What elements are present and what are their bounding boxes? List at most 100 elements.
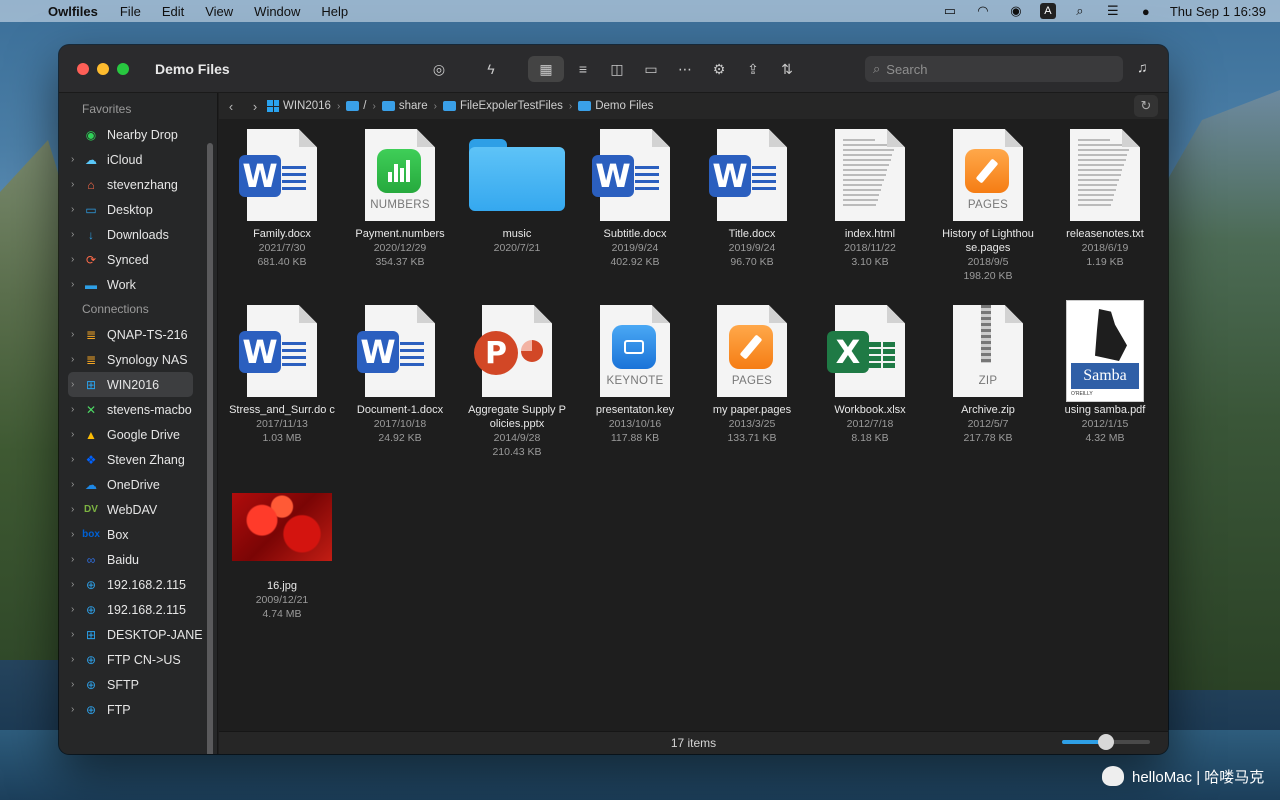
sidebar-scrollbar[interactable] [207,143,213,754]
menu-file[interactable]: File [120,4,141,19]
sidebar-item-onedrive[interactable]: › ☁ OneDrive [59,472,217,497]
file-item[interactable]: W Stress_and_Surr.do c 2017/11/13 1.03 MB [223,301,341,445]
chevron-right-icon[interactable]: › [71,529,81,540]
chevron-right-icon[interactable]: › [71,204,81,215]
siri-icon[interactable]: ● [1137,4,1155,19]
sidebar-item-ftp[interactable]: › ⊕ FTP [59,697,217,722]
sidebar-item-nearby-drop[interactable]: ◉ Nearby Drop [59,122,217,147]
file-item[interactable]: ZIP Archive.zip 2012/5/7 217.78 KB [929,301,1047,445]
file-item[interactable]: PAGES History of Lighthou se.pages 2018/9/… [929,125,1047,283]
file-item[interactable]: releasenotes.txt 2018/6/19 1.19 KB [1046,125,1164,269]
user-icon[interactable]: ◉ [1007,3,1025,19]
chevron-right-icon[interactable]: › [71,679,81,690]
file-item[interactable]: W Subtitle.docx 2019/9/24 402.92 KB [576,125,694,269]
sidebar-item-ftp-cn-us[interactable]: › ⊕ FTP CN->US [59,647,217,672]
chevron-right-icon[interactable]: › [71,479,81,490]
file-item[interactable]: PAGES my paper.pages 2013/3/25 133.71 KB [693,301,811,445]
chevron-right-icon[interactable]: › [71,404,81,415]
file-item[interactable]: W Document-1.docx 2017/10/18 24.92 KB [341,301,459,445]
chevron-right-icon[interactable]: › [71,504,81,515]
chevron-right-icon[interactable]: › [71,179,81,190]
sidebar-item-baidu[interactable]: › ∞ Baidu [59,547,217,572]
gallery-view-icon[interactable]: ▭ [636,56,666,82]
battery-icon[interactable]: ▭ [941,3,959,19]
sidebar-item-box[interactable]: › box Box [59,522,217,547]
menu-window[interactable]: Window [254,4,300,19]
sidebar-item-192-168-2-115[interactable]: › ⊕ 192.168.2.115 [59,597,217,622]
chevron-right-icon[interactable]: › [71,579,81,590]
breadcrumb-share[interactable]: share [381,100,428,112]
chevron-right-icon[interactable]: › [71,154,81,165]
file-item[interactable]: music 2020/7/21 [458,125,576,255]
chevron-right-icon[interactable]: › [71,704,81,715]
icon-size-slider[interactable] [1062,734,1150,750]
sidebar-item-win2016[interactable]: › ⊞ WIN2016 [68,372,193,397]
file-item[interactable]: Samba O'REILLY using samba.pdf 2012/1/15 4.3… [1046,300,1164,445]
breadcrumb-root[interactable]: / [346,100,366,112]
sidebar-item-stevens-macbo[interactable]: › ✕ stevens-macbo [59,397,217,422]
grid-view-icon[interactable]: ▦ [528,56,564,82]
wifi-icon[interactable]: ◠ [974,3,992,19]
search-field[interactable]: ⌕ Search [865,56,1123,82]
file-item[interactable]: index.html 2018/11/22 3.10 KB [811,125,929,269]
zoom-button[interactable] [117,62,129,75]
search-icon[interactable]: ⌕ [1071,3,1089,19]
menu-help[interactable]: Help [321,4,348,19]
minimize-button[interactable] [97,62,109,75]
more-actions-icon[interactable]: ⋯ [670,56,700,82]
sidebar-item-sftp[interactable]: › ⊕ SFTP [59,672,217,697]
file-item[interactable]: 16.jpg 2009/12/21 4.74 MB [223,477,341,621]
sidebar-item-downloads[interactable]: › ↓ Downloads [59,222,217,247]
sidebar-item-desktop[interactable]: › ▭ Desktop [59,197,217,222]
file-item[interactable]: KEYNOTE presentaton.key 2013/10/16 117.88 K… [576,301,694,445]
chevron-right-icon[interactable]: › [71,254,81,265]
account-icon[interactable]: ◎ [424,56,454,82]
breadcrumb-demo-files[interactable]: Demo Files [578,100,653,112]
music-icon[interactable]: ♫ [1137,59,1148,75]
chevron-right-icon[interactable]: › [71,429,81,440]
sidebar-item-google-drive[interactable]: › ▲ Google Drive [59,422,217,447]
menu-edit[interactable]: Edit [162,4,184,19]
chevron-right-icon[interactable]: › [71,229,81,240]
chevron-right-icon[interactable]: › [71,379,81,390]
back-arrow-icon[interactable]: ‹ [219,99,243,114]
chevron-right-icon[interactable]: › [71,629,81,640]
menu-view[interactable]: View [205,4,233,19]
sort-icon[interactable]: ⇅ [772,56,802,82]
control-center-icon[interactable]: ☰ [1104,3,1122,19]
breadcrumb-win2016[interactable]: WIN2016 [267,100,331,112]
sidebar-item-stevenzhang[interactable]: › ⌂ stevenzhang [59,172,217,197]
chevron-right-icon[interactable]: › [71,604,81,615]
sidebar-item-192-168-2-115[interactable]: › ⊕ 192.168.2.115 [59,572,217,597]
file-item[interactable]: P Aggregate Supply P olicies.pptx 2014/9/2… [458,301,576,459]
chevron-right-icon[interactable]: › [71,454,81,465]
sidebar-item-work[interactable]: › ▬ Work [59,272,217,297]
menu-clock[interactable]: Thu Sep 1 16:39 [1170,4,1266,19]
chevron-right-icon[interactable]: › [71,279,81,290]
settings-icon[interactable]: ⚙ [704,56,734,82]
refresh-icon[interactable]: ↻ [1134,95,1158,117]
file-item[interactable]: W Title.docx 2019/9/24 96.70 KB [693,125,811,269]
forward-arrow-icon[interactable]: › [243,99,267,114]
chevron-right-icon[interactable]: › [71,554,81,565]
chevron-right-icon[interactable]: › [71,354,81,365]
menu-app-name[interactable]: Owlfiles [48,4,98,19]
file-item[interactable]: X Workbook.xlsx 2012/7/18 8.18 KB [811,301,929,445]
sidebar-item-steven-zhang[interactable]: › ❖ Steven Zhang [59,447,217,472]
sidebar-item-synced[interactable]: › ⟳ Synced [59,247,217,272]
breadcrumb-testfiles[interactable]: FileExpolerTestFiles [442,100,563,112]
sidebar-item-desktop-jane[interactable]: › ⊞ DESKTOP-JANE [59,622,217,647]
file-item[interactable]: NUMBERS Payment.numbers 2020/12/29 354.37 K… [341,125,459,269]
list-view-icon[interactable]: ≡ [568,56,598,82]
lightning-icon[interactable]: ϟ [476,56,506,82]
slider-knob[interactable] [1098,734,1114,750]
chevron-right-icon[interactable]: › [71,654,81,665]
share-icon[interactable]: ⇪ [738,56,768,82]
file-item[interactable]: W Family.docx 2021/7/30 681.40 KB [223,125,341,269]
column-view-icon[interactable]: ◫ [602,56,632,82]
input-source-icon[interactable]: A [1039,3,1056,19]
chevron-right-icon[interactable]: › [71,329,81,340]
sidebar-item-webdav[interactable]: › DV WebDAV [59,497,217,522]
sidebar-item-synology-nas[interactable]: › ≣ Synology NAS [59,347,217,372]
close-button[interactable] [77,62,89,75]
